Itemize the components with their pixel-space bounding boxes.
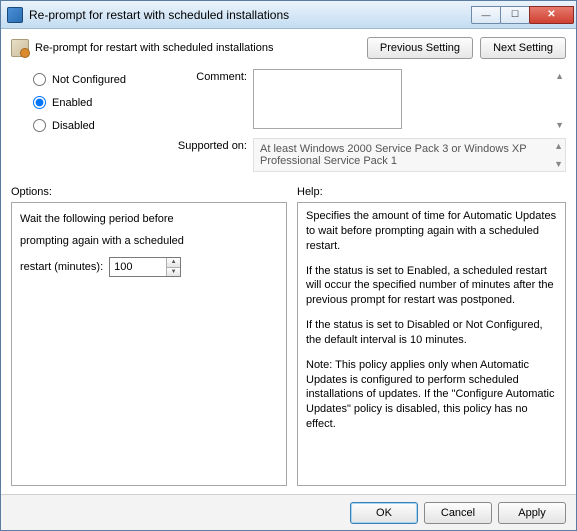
- help-heading: Help:: [297, 186, 323, 198]
- radio-enabled-input[interactable]: [33, 96, 46, 109]
- titlebar[interactable]: Re-prompt for restart with scheduled ins…: [1, 1, 576, 29]
- app-icon: [7, 7, 23, 23]
- split-panes: Wait the following period before prompti…: [11, 202, 566, 486]
- ok-button[interactable]: OK: [350, 502, 418, 524]
- supported-on-label: Supported on:: [169, 138, 247, 152]
- help-p1: Specifies the amount of time for Automat…: [306, 209, 557, 254]
- scroll-down-icon[interactable]: ▼: [555, 120, 564, 130]
- radio-enabled-label: Enabled: [52, 97, 92, 109]
- comment-label: Comment:: [169, 69, 247, 83]
- dialog-window: Re-prompt for restart with scheduled ins…: [0, 0, 577, 531]
- help-p4: Note: This policy applies only when Auto…: [306, 358, 557, 432]
- spinner-down-button[interactable]: ▼: [167, 268, 180, 277]
- state-radio-group: Not Configured Enabled Disabled: [11, 69, 161, 172]
- scroll-up-icon[interactable]: ▲: [555, 71, 564, 81]
- options-heading: Options:: [11, 186, 287, 198]
- radio-not-configured-input[interactable]: [33, 73, 46, 86]
- window-title: Re-prompt for restart with scheduled ins…: [29, 8, 472, 22]
- supported-on-text: At least Windows 2000 Service Pack 3 or …: [253, 138, 566, 172]
- option-text-2: prompting again with a scheduled: [20, 235, 278, 247]
- scroll-up-icon[interactable]: ▲: [554, 141, 563, 151]
- policy-icon: [11, 39, 29, 57]
- spinner-up-button[interactable]: ▲: [167, 258, 180, 268]
- radio-disabled-label: Disabled: [52, 120, 95, 132]
- option-text-1: Wait the following period before: [20, 213, 278, 225]
- radio-enabled[interactable]: Enabled: [33, 96, 161, 109]
- scroll-down-icon[interactable]: ▼: [554, 159, 563, 169]
- split-labels: Options: Help:: [11, 186, 566, 198]
- close-button[interactable]: [529, 6, 574, 24]
- minimize-button[interactable]: [471, 6, 501, 24]
- radio-disabled-input[interactable]: [33, 119, 46, 132]
- radio-disabled[interactable]: Disabled: [33, 119, 161, 132]
- restart-minutes-label: restart (minutes):: [20, 261, 103, 273]
- config-area: Not Configured Enabled Disabled Comment:…: [11, 69, 566, 172]
- window-buttons: [472, 6, 574, 24]
- radio-not-configured[interactable]: Not Configured: [33, 73, 161, 86]
- supported-on-value: At least Windows 2000 Service Pack 3 or …: [260, 143, 526, 167]
- apply-button[interactable]: Apply: [498, 502, 566, 524]
- dialog-footer: OK Cancel Apply: [1, 494, 576, 530]
- content-area: Re-prompt for restart with scheduled ins…: [1, 29, 576, 494]
- help-pane: Specifies the amount of time for Automat…: [297, 202, 566, 486]
- header-row: Re-prompt for restart with scheduled ins…: [11, 37, 566, 59]
- help-p3: If the status is set to Disabled or Not …: [306, 318, 557, 348]
- next-setting-button[interactable]: Next Setting: [480, 37, 566, 59]
- comment-textarea[interactable]: [253, 69, 402, 129]
- cancel-button[interactable]: Cancel: [424, 502, 492, 524]
- help-p2: If the status is set to Enabled, a sched…: [306, 264, 557, 309]
- options-pane: Wait the following period before prompti…: [11, 202, 287, 486]
- previous-setting-button[interactable]: Previous Setting: [367, 37, 473, 59]
- radio-not-configured-label: Not Configured: [52, 74, 126, 86]
- maximize-button[interactable]: [500, 6, 530, 24]
- policy-title: Re-prompt for restart with scheduled ins…: [35, 42, 273, 54]
